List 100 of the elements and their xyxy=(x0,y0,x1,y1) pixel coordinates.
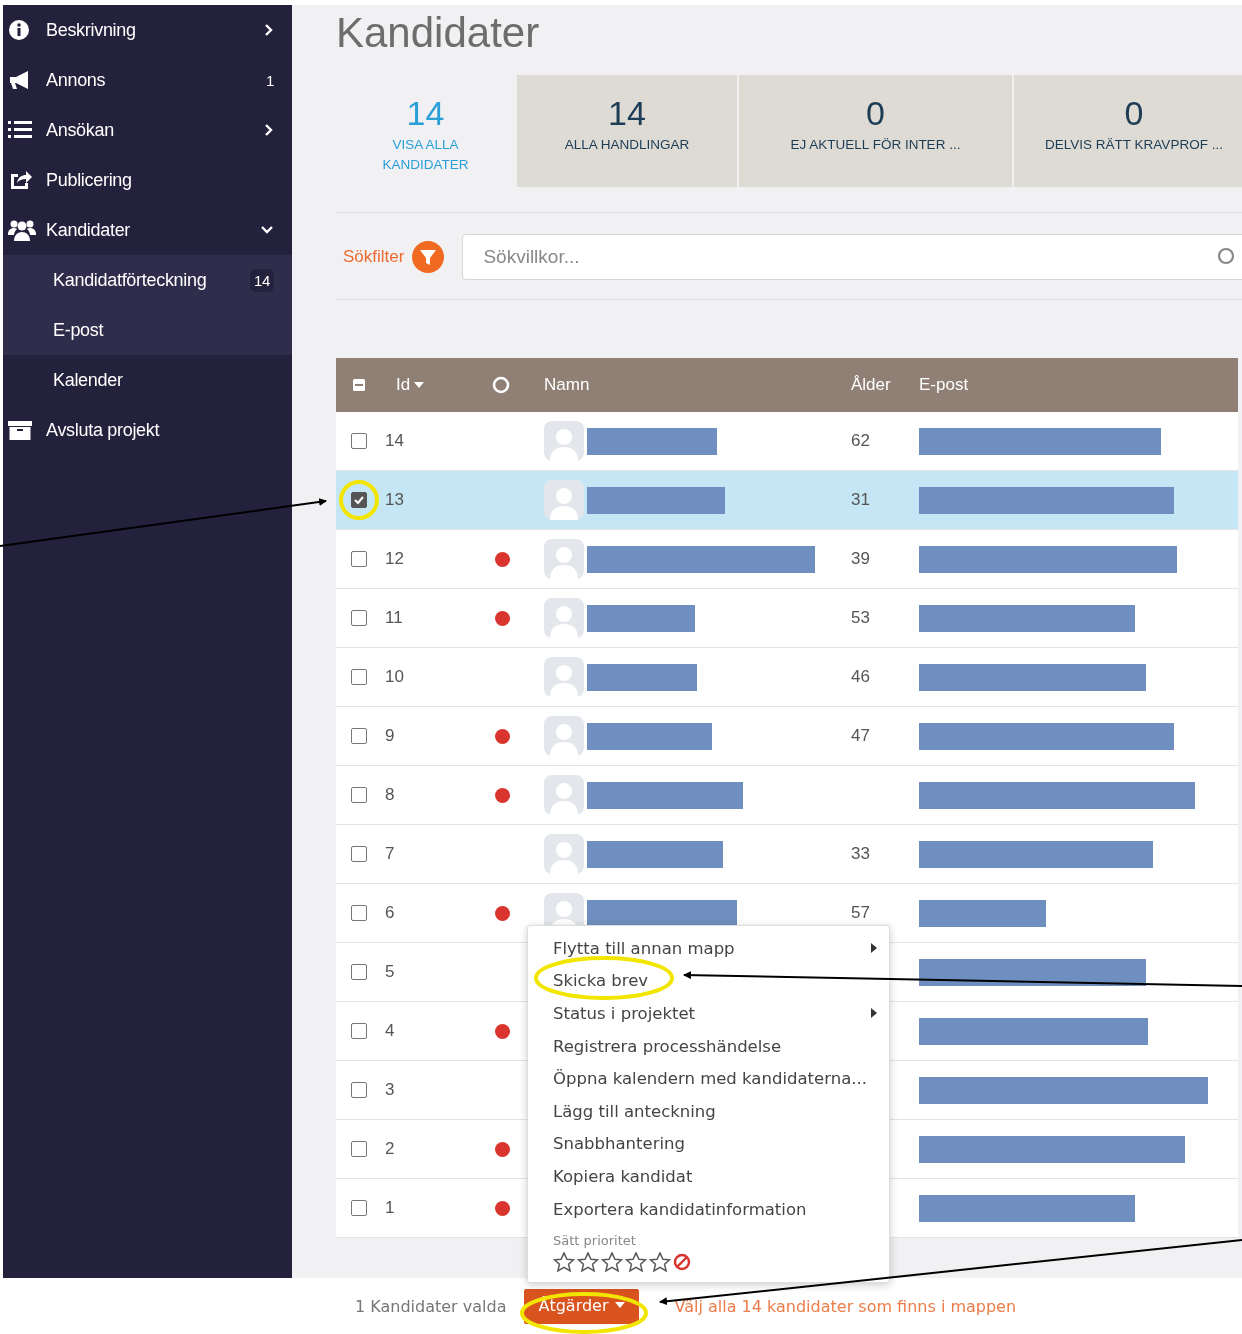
table-cell: 6 xyxy=(385,903,395,922)
sidebar-label: Kandidatförteckning xyxy=(53,269,208,291)
count-badge: 14 xyxy=(249,268,274,292)
row-checkbox[interactable] xyxy=(351,551,367,567)
sidebar-item[interactable]: Annons 1 xyxy=(3,55,292,105)
table-cell: 47 xyxy=(851,726,870,745)
row-checkbox[interactable] xyxy=(351,728,367,744)
star-icon[interactable] xyxy=(601,1252,623,1273)
users-icon xyxy=(8,219,36,241)
table-cell: 46 xyxy=(851,667,870,686)
filter-tab[interactable]: 0 EJ AKTUELL FÖR INTER ... xyxy=(739,75,1012,187)
share-icon xyxy=(8,169,32,191)
menu-item[interactable]: Registrera processhändelse xyxy=(528,1029,889,1063)
sidebar-label: E-post xyxy=(53,319,105,341)
sort-caret-icon xyxy=(414,382,425,388)
column-header[interactable]: E-post xyxy=(919,375,969,394)
info-icon xyxy=(8,19,30,41)
table-cell: 13 xyxy=(385,490,404,509)
highlight-ring xyxy=(339,480,379,520)
avatar-icon xyxy=(544,716,584,756)
avatar-icon xyxy=(544,598,584,638)
select-all-checkbox[interactable] xyxy=(353,379,365,391)
clear-priority-icon[interactable] xyxy=(673,1253,691,1272)
sidebar-subitem[interactable]: E-post xyxy=(3,305,292,355)
menu-item[interactable]: Flytta till annan mapp xyxy=(528,932,889,965)
tab-label: EJ AKTUELL FÖR INTER ... xyxy=(790,136,961,154)
sidebar-item[interactable]: Avsluta projekt xyxy=(3,405,292,455)
sidebar-label: Annons xyxy=(46,69,107,91)
archive-icon xyxy=(8,419,32,441)
menu-item[interactable]: Öppna kalendern med kandidaterna... xyxy=(528,1062,889,1095)
star-icon[interactable] xyxy=(577,1252,599,1273)
table-cell: 2 xyxy=(385,1139,395,1158)
row-checkbox[interactable] xyxy=(351,905,367,921)
row-checkbox[interactable] xyxy=(351,1082,367,1098)
table-cell: 11 xyxy=(385,608,403,627)
column-header[interactable]: Ålder xyxy=(851,375,891,394)
tab-count: 14 xyxy=(608,93,646,133)
tab-count: 0 xyxy=(866,93,885,133)
row-checkbox[interactable] xyxy=(351,1023,367,1039)
table-cell: 53 xyxy=(851,608,870,627)
table-cell: 1 xyxy=(385,1198,395,1217)
menu-item[interactable]: Status i projektet xyxy=(528,997,889,1030)
table-cell: 5 xyxy=(385,962,395,981)
table-cell: 57 xyxy=(851,903,870,922)
avatar-icon xyxy=(544,421,584,461)
sidebar-label: Publicering xyxy=(46,169,133,191)
sidebar-label: Beskrivning xyxy=(46,19,137,41)
table-cell: 10 xyxy=(385,667,404,686)
star-icon[interactable] xyxy=(649,1252,671,1273)
row-checkbox[interactable] xyxy=(351,610,367,626)
row-checkbox[interactable] xyxy=(351,669,367,685)
search-field[interactable]: Sökvillkor... xyxy=(462,234,1242,280)
menu-item[interactable]: Lägg till anteckning xyxy=(528,1094,889,1128)
status-column-icon xyxy=(492,376,510,394)
row-checkbox[interactable] xyxy=(351,964,367,980)
row-checkbox[interactable] xyxy=(351,433,367,449)
menu-item[interactable]: Exportera kandidatinformation xyxy=(528,1192,889,1226)
star-icon[interactable] xyxy=(553,1252,575,1273)
filter-tab[interactable]: 0 DELVIS RÄTT KRAVPROF ... xyxy=(1014,75,1242,187)
filter-tab[interactable]: 14 ALLA HANDLINGAR xyxy=(517,75,737,187)
sidebar-subitem[interactable]: Kalender xyxy=(3,355,292,405)
tab-label: ALLA HANDLINGAR xyxy=(564,136,690,154)
column-header[interactable]: Id xyxy=(396,375,425,395)
avatar-icon xyxy=(544,775,584,815)
tab-label: VISA ALLA KANDIDATER xyxy=(381,136,470,174)
table-cell: 3 xyxy=(385,1080,395,1099)
menu-item[interactable]: Skicka brev xyxy=(528,964,889,998)
sidebar-item[interactable]: Beskrivning xyxy=(3,5,292,55)
menu-item[interactable]: Kopiera kandidat xyxy=(528,1160,889,1193)
avatar-icon xyxy=(544,539,584,579)
table-cell: 12 xyxy=(385,549,404,568)
table-cell: 39 xyxy=(851,549,870,568)
sidebar-label: Kandidater xyxy=(46,219,132,241)
filter-icon xyxy=(412,241,445,273)
row-checkbox[interactable] xyxy=(351,492,367,508)
item-count: 1 xyxy=(265,71,274,89)
sidebar-subitem[interactable]: Kandidatförteckning 14 xyxy=(3,255,292,305)
avatar-icon xyxy=(544,834,584,874)
section-label: Sätt prioritet xyxy=(552,1232,637,1249)
sidebar-label: Avsluta projekt xyxy=(46,419,161,441)
column-header[interactable]: Namn xyxy=(544,375,590,394)
tab-count: 0 xyxy=(1124,93,1144,133)
sidebar-label: Kalender xyxy=(53,369,124,391)
sidebar-item[interactable]: Ansökan xyxy=(3,105,292,155)
table-cell: 31 xyxy=(851,490,870,509)
menu-item[interactable]: Snabbhantering xyxy=(528,1127,889,1161)
sidebar-item[interactable]: Publicering xyxy=(3,155,292,205)
sidebar-item[interactable]: Kandidater xyxy=(3,205,292,255)
row-checkbox[interactable] xyxy=(351,1141,367,1157)
table-cell: 14 xyxy=(385,431,404,450)
table-cell: 8 xyxy=(385,785,395,804)
list-icon xyxy=(8,119,32,141)
star-icon[interactable] xyxy=(625,1252,647,1273)
row-checkbox[interactable] xyxy=(351,846,367,862)
sidebar-label: Ansökan xyxy=(46,119,115,141)
row-checkbox[interactable] xyxy=(351,1200,367,1216)
page-title: Kandidater xyxy=(336,8,541,58)
row-checkbox[interactable] xyxy=(351,787,367,803)
avatar-icon xyxy=(544,657,584,697)
selection-count: 1 Kandidater valda xyxy=(355,1296,507,1316)
